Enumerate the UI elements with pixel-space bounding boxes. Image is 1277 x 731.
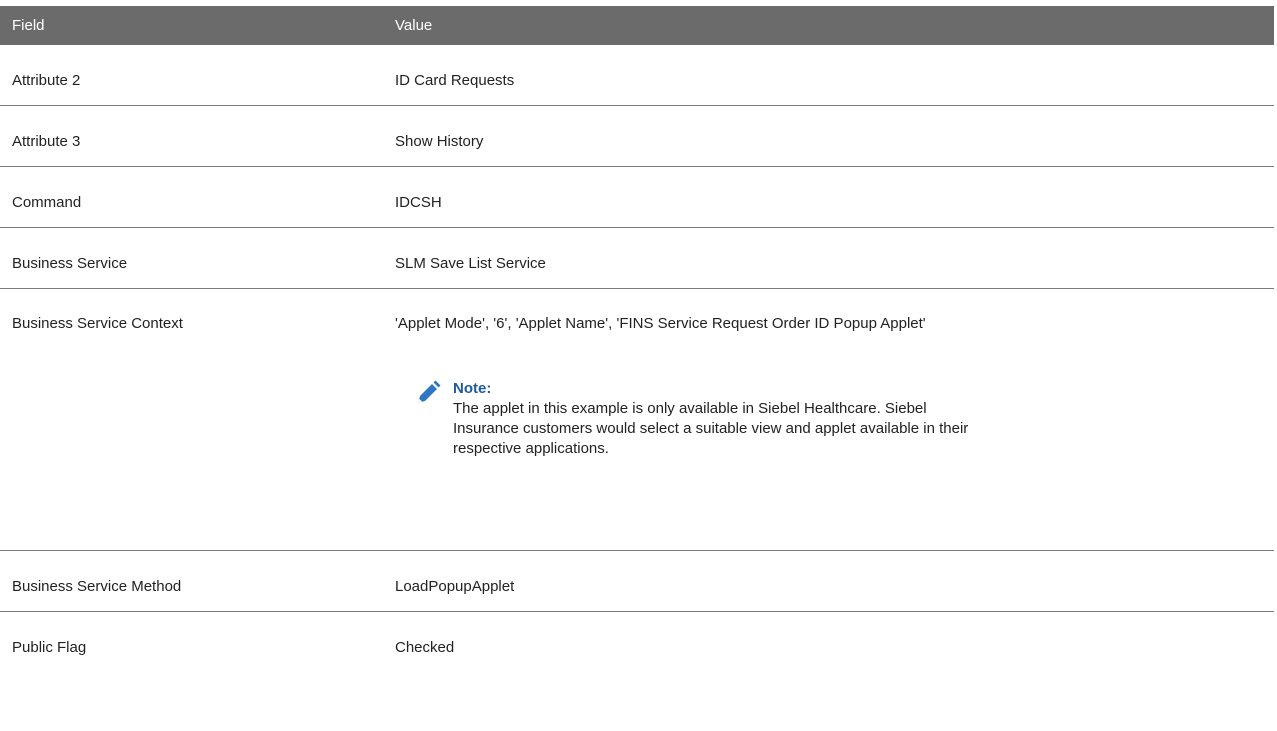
table-row: Attribute 2 ID Card Requests [0, 45, 1274, 106]
field-value-table: Field Value Attribute 2 ID Card Requests… [0, 6, 1274, 673]
table-row: Business Service Method LoadPopupApplet [0, 551, 1274, 612]
value-cell: SLM Save List Service [395, 255, 546, 272]
field-cell: Public Flag [12, 639, 87, 656]
table-row: Business Service Context 'Applet Mode', … [0, 289, 1274, 551]
header-value: Value [395, 17, 433, 34]
pencil-icon [418, 380, 441, 403]
value-cell: IDCSH [395, 194, 442, 211]
value-cell: Show History [395, 133, 484, 150]
field-cell: Business Service Method [12, 578, 182, 595]
field-cell: Business Service Context [12, 315, 183, 332]
field-cell: Command [12, 194, 82, 211]
value-cell: ID Card Requests [395, 72, 515, 89]
value-cell: Checked [395, 639, 455, 656]
note-body: The applet in this example is only avail… [453, 400, 969, 457]
field-cell: Attribute 2 [12, 72, 81, 89]
table-row: Command IDCSH [0, 167, 1274, 228]
table-header: Field Value [0, 6, 1274, 45]
context-value: 'Applet Mode', '6', 'Applet Name', 'FINS… [395, 315, 926, 332]
field-cell: Attribute 3 [12, 133, 81, 150]
note-title: Note: [453, 380, 492, 397]
table-row: Business Service SLM Save List Service [0, 228, 1274, 289]
value-cell: 'Applet Mode', '6', 'Applet Name', 'FINS… [395, 289, 1274, 550]
header-field: Field [12, 17, 45, 34]
table-row: Attribute 3 Show History [0, 106, 1274, 167]
table-row: Public Flag Checked [0, 612, 1274, 673]
field-cell: Business Service [12, 255, 128, 272]
note-box: Note: The applet in this example is only… [415, 380, 993, 459]
value-cell: LoadPopupApplet [395, 578, 515, 595]
